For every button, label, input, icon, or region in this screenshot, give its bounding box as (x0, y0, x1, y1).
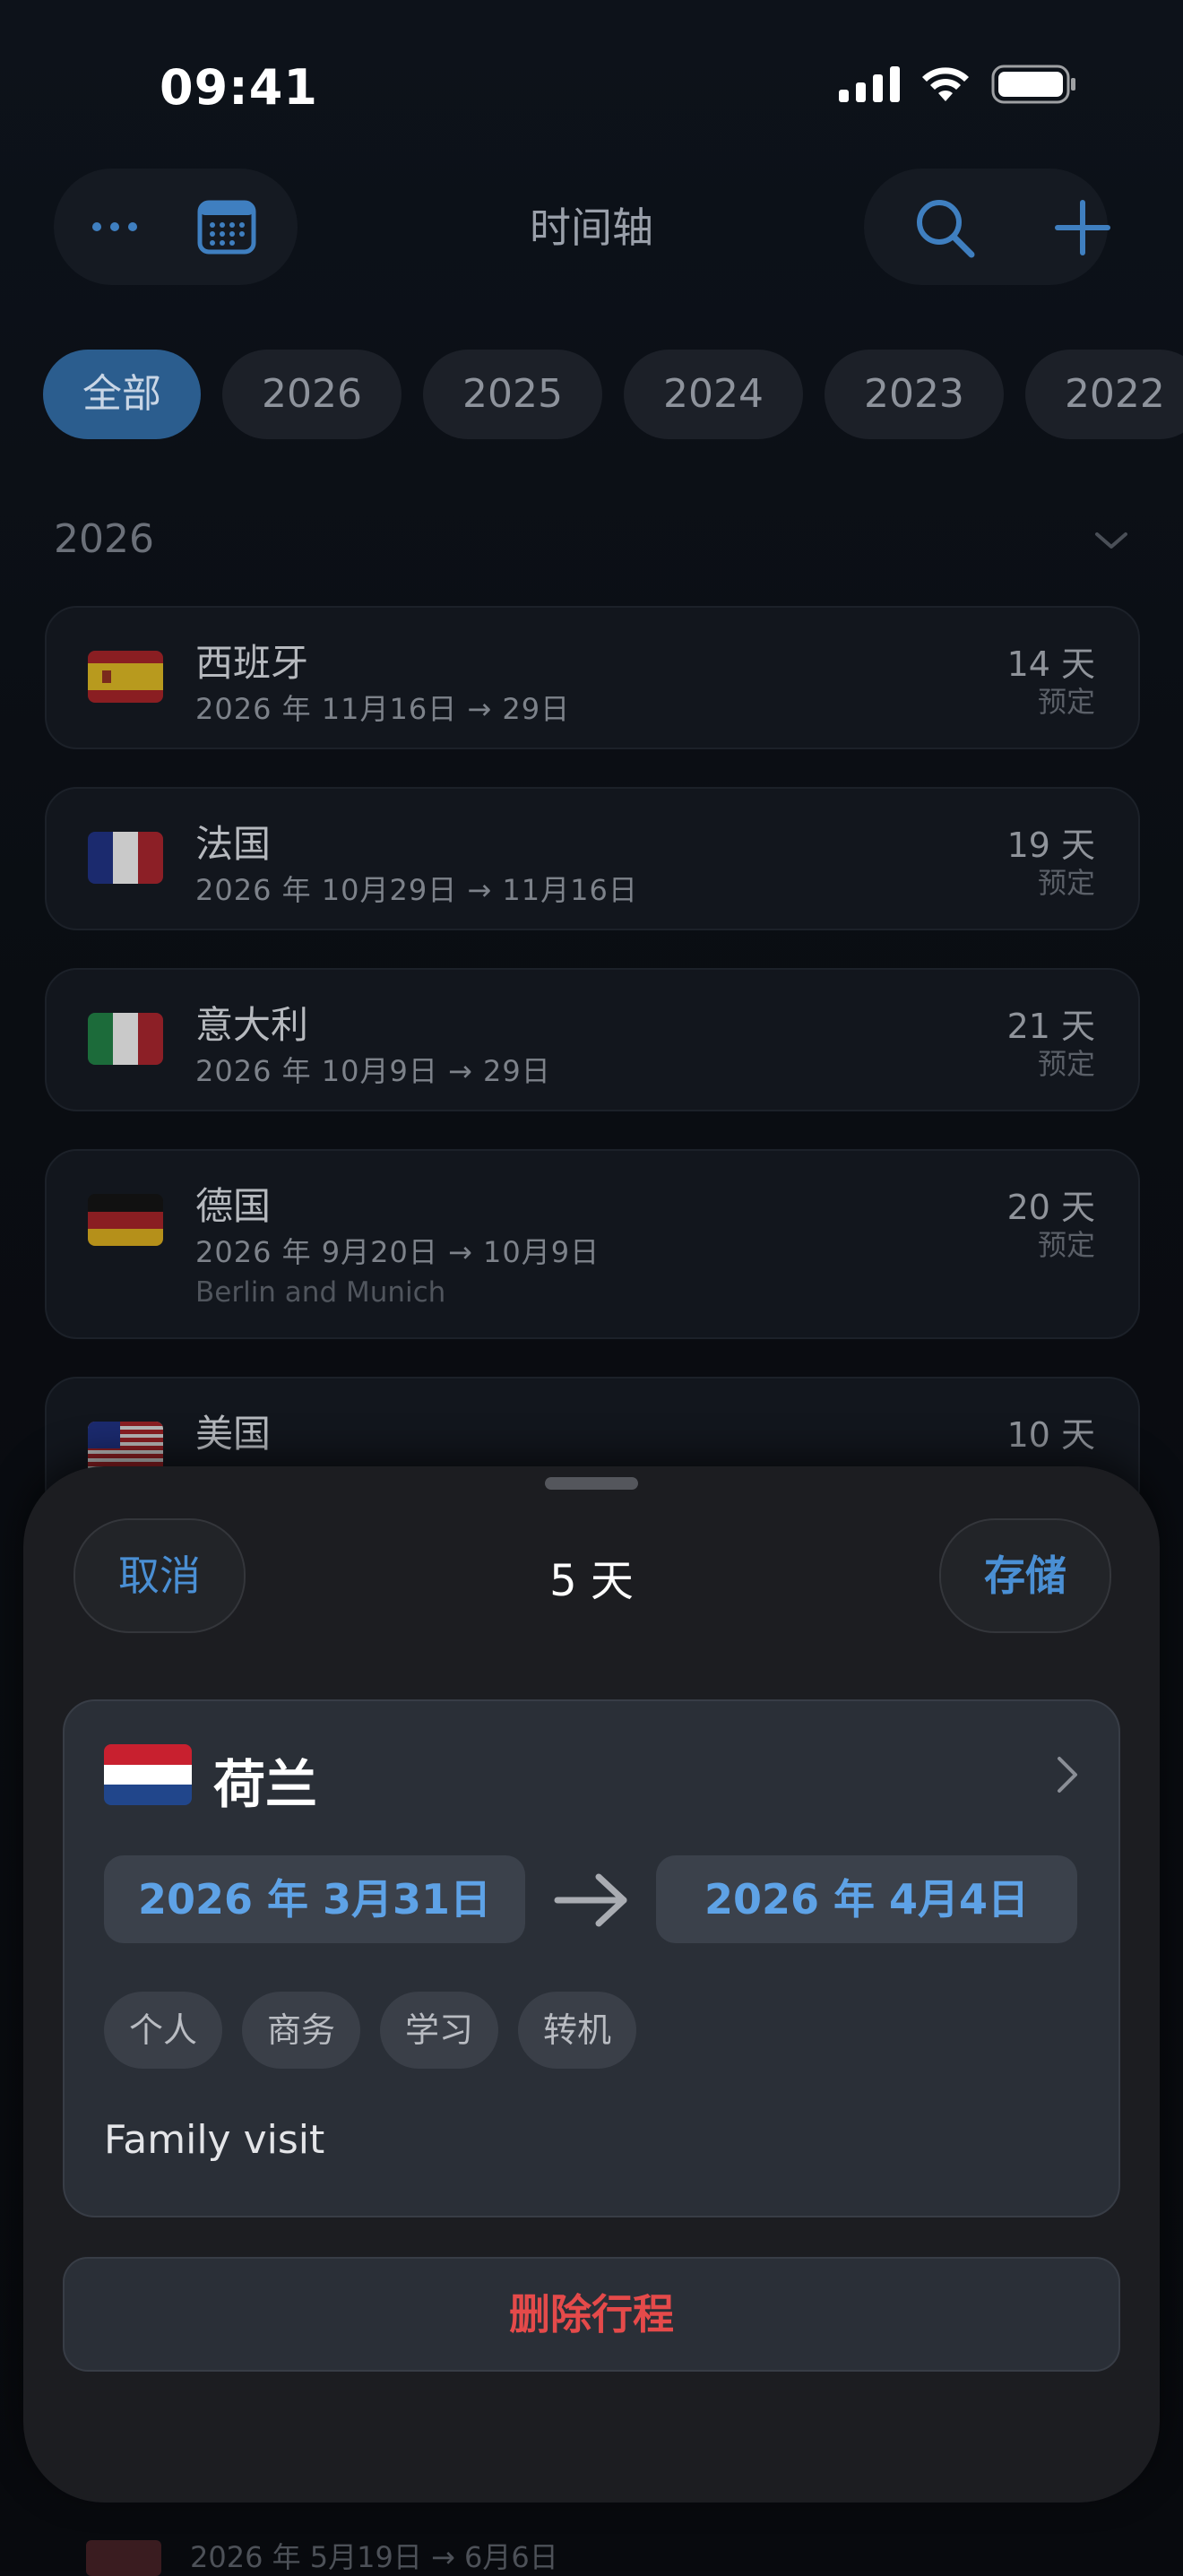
trip-days: 14 天 (1006, 644, 1095, 684)
cellular-signal-icon (839, 66, 900, 102)
tag-personal[interactable]: 个人 (104, 1992, 223, 2069)
wifi-icon (922, 67, 969, 101)
partial-flag-icon (86, 2540, 161, 2576)
tab-2022[interactable]: 2022 (1024, 350, 1183, 439)
battery-icon (991, 65, 1075, 104)
status-icons (839, 65, 1077, 104)
trip-dates: 2026 年 10月29日 → 11月16日 (195, 873, 638, 907)
trip-country: 美国 (195, 1412, 272, 1456)
trip-country: 意大利 (195, 1003, 309, 1047)
search-icon[interactable] (911, 194, 979, 262)
trip-days: 20 天 (1006, 1188, 1095, 1227)
tag-business[interactable]: 商务 (242, 1992, 361, 2069)
trip-country: 西班牙 (195, 641, 309, 685)
trip-country: 法国 (195, 822, 272, 866)
trip-tags: 个人 商务 学习 转机 (104, 1992, 637, 2069)
tag-transit[interactable]: 转机 (518, 1992, 637, 2069)
trip-card[interactable]: 德国 2026 年 9月20日 → 10月9日 Berlin and Munic… (45, 1149, 1140, 1339)
trip-days: 10 天 (1006, 1415, 1095, 1455)
trip-days: 21 天 (1006, 1007, 1095, 1046)
status-time: 09:41 (160, 59, 318, 116)
trip-card[interactable]: 意大利 2026 年 10月9日 → 29日 21 天 预定 (45, 968, 1140, 1111)
trip-country: 德国 (195, 1184, 272, 1228)
trip-status: 预定 (1037, 1047, 1095, 1081)
trip-status: 预定 (1037, 685, 1095, 719)
partial-trip-dates: 2026 年 5月19日 → 6月6日 (190, 2540, 558, 2574)
chevron-down-icon[interactable] (1092, 527, 1131, 554)
country-selector[interactable]: 荷兰 (213, 1742, 317, 1818)
france-flag-icon (88, 832, 163, 884)
chevron-right-icon[interactable] (1056, 1755, 1079, 1794)
tab-2026[interactable]: 2026 (222, 350, 402, 439)
trip-dates: 2026 年 9月20日 → 10月9日 (195, 1235, 600, 1269)
trip-status: 预定 (1037, 866, 1095, 900)
tag-study[interactable]: 学习 (380, 1992, 499, 2069)
tab-2025[interactable]: 2025 (422, 350, 602, 439)
delete-trip-button[interactable]: 删除行程 (63, 2257, 1120, 2372)
trip-note-field[interactable]: Family visit (104, 2117, 324, 2163)
year-tabs: 全部 2026 2025 2024 2023 2022 (43, 350, 1183, 439)
end-date-picker[interactable]: 2026 年 4月4日 (656, 1855, 1077, 1943)
sheet-grabber[interactable] (545, 1477, 638, 1490)
netherlands-flag-icon (104, 1744, 192, 1805)
germany-flag-icon (88, 1194, 163, 1246)
section-year-header: 2026 (54, 516, 154, 562)
timeline-screen: 09:41 时间轴 全部 2026 2025 2024 2023 2022 20… (0, 0, 1183, 2576)
italy-flag-icon (88, 1013, 163, 1065)
arrow-right-icon (554, 1873, 627, 1927)
trip-status: 预定 (1037, 1228, 1095, 1262)
save-button[interactable]: 存储 (939, 1518, 1111, 1633)
trip-dates: 2026 年 10月9日 → 29日 (195, 1054, 551, 1088)
start-date-picker[interactable]: 2026 年 3月31日 (104, 1855, 525, 1943)
trip-note: Berlin and Munich (195, 1276, 446, 1309)
trip-card[interactable]: 法国 2026 年 10月29日 → 11月16日 19 天 预定 (45, 787, 1140, 930)
tab-2023[interactable]: 2023 (824, 350, 1004, 439)
trip-card[interactable]: 西班牙 2026 年 11月16日 → 29日 14 天 预定 (45, 606, 1140, 749)
tab-all[interactable]: 全部 (43, 350, 201, 439)
spain-flag-icon (88, 651, 163, 703)
trip-days: 19 天 (1006, 826, 1095, 865)
tab-2024[interactable]: 2024 (623, 350, 803, 439)
trip-dates: 2026 年 11月16日 → 29日 (195, 692, 571, 726)
add-trip-icon[interactable] (1049, 194, 1117, 262)
